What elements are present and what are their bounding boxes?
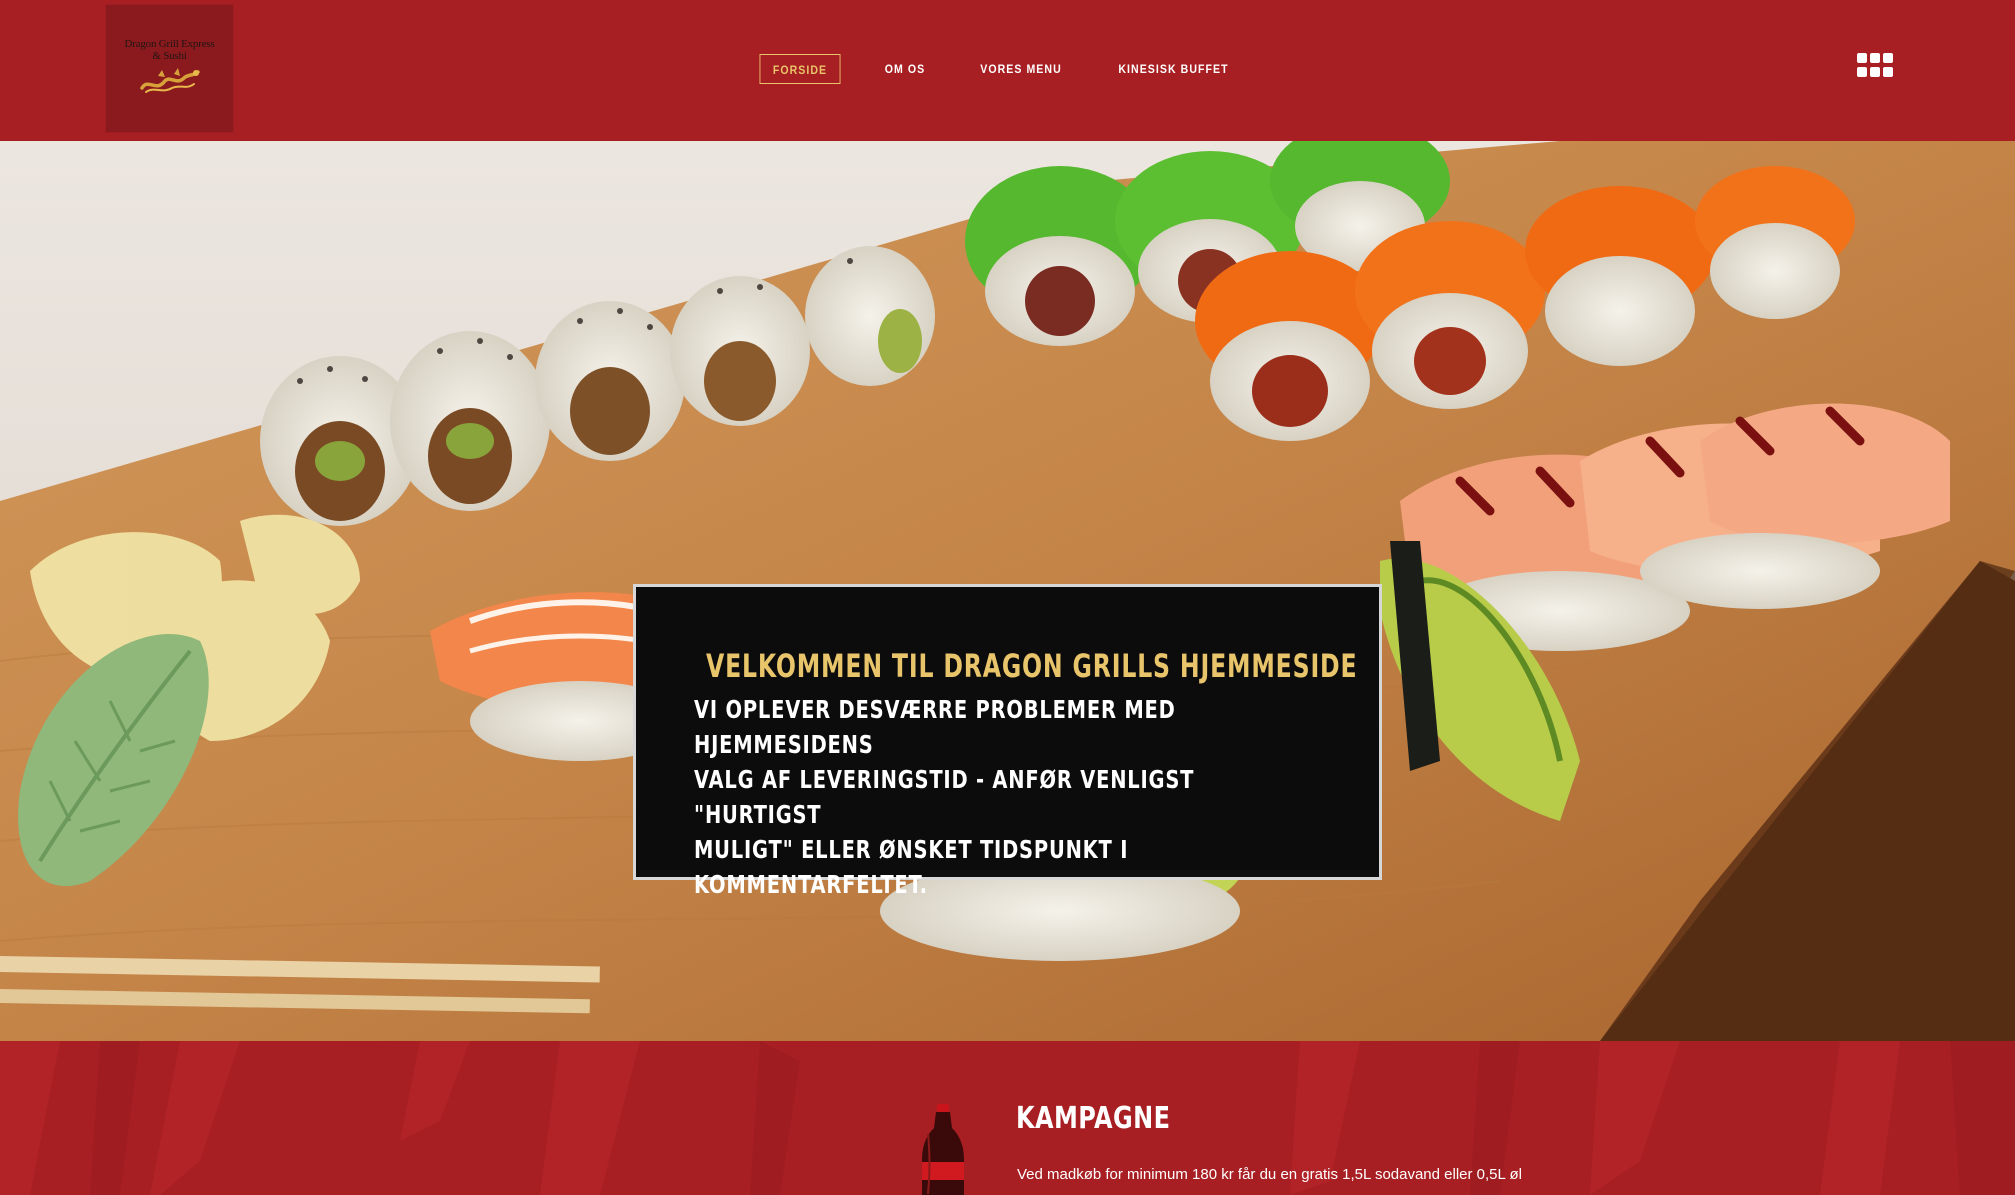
- hero-banner: VELKOMMEN TIL DRAGON GRILLS HJEMMESIDE V…: [0, 141, 2015, 1041]
- grid-menu-icon[interactable]: [1857, 53, 1893, 79]
- campaign-text: Ved madkøb for minimum 180 kr får du en …: [1017, 1166, 1522, 1183]
- logo-line-1: Dragon Grill Express: [124, 38, 215, 50]
- page: Dragon Grill Express & Sushi FORSIDE OM …: [0, 0, 2015, 1195]
- soda-bottle-icon: [922, 1104, 964, 1195]
- campaign-title: KAMPAGNE: [1016, 1101, 1171, 1136]
- nav-item-kinesisk-buffet[interactable]: KINESISK BUFFET: [1114, 54, 1233, 84]
- nav-item-vores-menu[interactable]: VORES MENU: [976, 54, 1066, 84]
- campaign-section: KAMPAGNE Ved madkøb for minimum 180 kr f…: [0, 1041, 2015, 1195]
- nav-item-forside[interactable]: FORSIDE: [759, 54, 841, 84]
- welcome-message-line-2: VALG AF LEVERINGSTID - ANFØR VENLIGST "H…: [694, 765, 1195, 829]
- brush-texture: [0, 1041, 2015, 1195]
- welcome-message-line-1: VI OPLEVER DESVÆRRE PROBLEMER MED HJEMME…: [694, 695, 1176, 759]
- main-nav: FORSIDE OM OS VORES MENU KINESISK BUFFET: [0, 54, 2015, 84]
- welcome-title: VELKOMMEN TIL DRAGON GRILLS HJEMMESIDE: [706, 647, 1358, 685]
- welcome-message: VI OPLEVER DESVÆRRE PROBLEMER MED HJEMME…: [694, 692, 1318, 902]
- nav-item-om-os[interactable]: OM OS: [874, 54, 936, 84]
- site-header: Dragon Grill Express & Sushi FORSIDE OM …: [0, 0, 2015, 141]
- welcome-message-line-3: MULIGT" ELLER ØNSKET TIDSPUNKT I KOMMENT…: [694, 835, 1129, 899]
- welcome-message-box: VELKOMMEN TIL DRAGON GRILLS HJEMMESIDE V…: [633, 584, 1382, 899]
